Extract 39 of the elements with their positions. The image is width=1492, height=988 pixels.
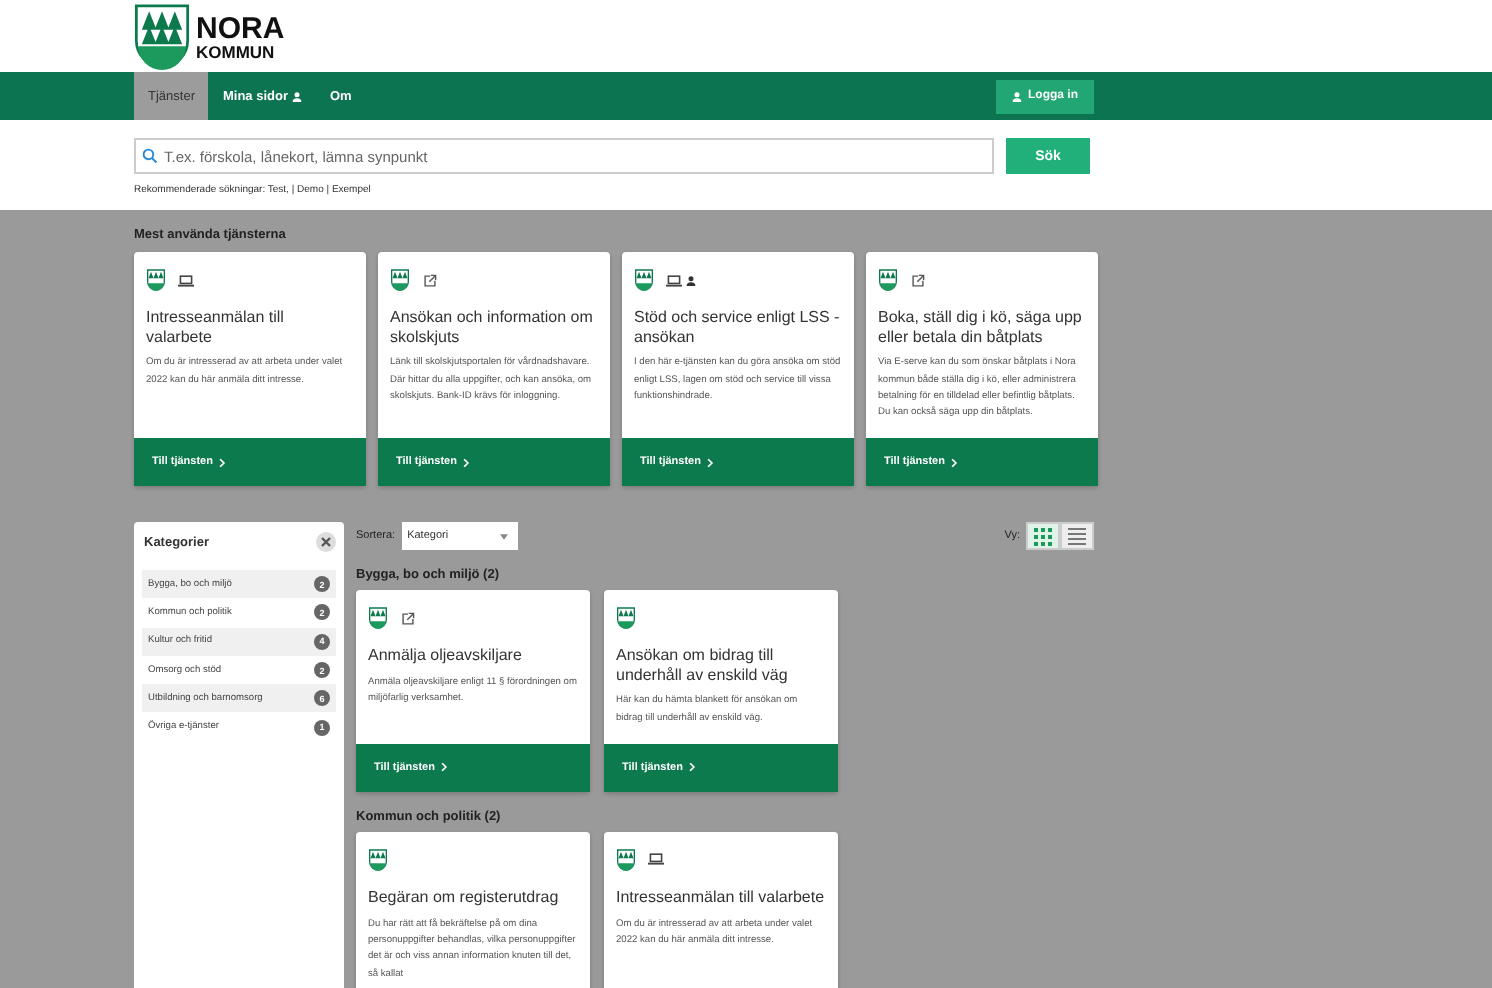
- grid-icon: [1034, 527, 1052, 545]
- chevron-right-icon: [440, 762, 449, 773]
- laptop-icon: [178, 273, 194, 287]
- nora-logo-icon: [616, 606, 636, 630]
- user-icon: [1012, 91, 1022, 101]
- nora-logo-icon: [390, 268, 410, 292]
- person-icon: [686, 275, 696, 285]
- card-title: Begäran om registerutdrag: [368, 887, 561, 908]
- card-title: Anmälja oljeavskiljare: [368, 646, 524, 666]
- nora-logo-icon: [146, 268, 166, 292]
- logo-text: NORA: [196, 13, 285, 44]
- chevron-right-icon: [950, 457, 959, 467]
- search-icon: [142, 148, 158, 164]
- close-icon[interactable]: [316, 532, 336, 552]
- card-title: Intresseanmälan till valarbete: [146, 308, 286, 347]
- chevron-right-icon: [218, 457, 227, 467]
- laptop-icon: [648, 852, 664, 867]
- external-link-icon: [400, 611, 416, 625]
- list-view-button[interactable]: [1060, 522, 1094, 550]
- card-title: Ansökan och information om skolskjuts: [390, 308, 595, 347]
- logo-subtext: KOMMUN: [196, 43, 277, 61]
- laptop-icon: [666, 273, 682, 287]
- list-icon: [1068, 527, 1086, 545]
- card-title: Boka, ställ dig i kö, säga upp eller betala din båtplats: [878, 308, 1084, 347]
- nora-logo-icon: [616, 847, 636, 872]
- card-title: Stöd och service enligt LSS - ansökan: [634, 308, 842, 347]
- nora-logo-icon: [878, 268, 898, 292]
- caret-icon: [499, 533, 508, 539]
- card-title: Ansökan om bidrag till underhåll av enskild väg: [616, 646, 790, 685]
- external-link-icon: [910, 273, 926, 287]
- chevron-right-icon: [462, 457, 471, 467]
- nora-logo-icon: [368, 606, 388, 630]
- nora-logo-icon: [634, 268, 654, 292]
- grid-view-button[interactable]: [1026, 522, 1060, 550]
- chevron-right-icon: [688, 762, 697, 773]
- nora-logo-icon: [368, 847, 388, 872]
- chevron-right-icon: [706, 457, 715, 467]
- external-link-icon: [422, 273, 438, 287]
- card-title: Intresseanmälan till valarbete: [616, 887, 826, 908]
